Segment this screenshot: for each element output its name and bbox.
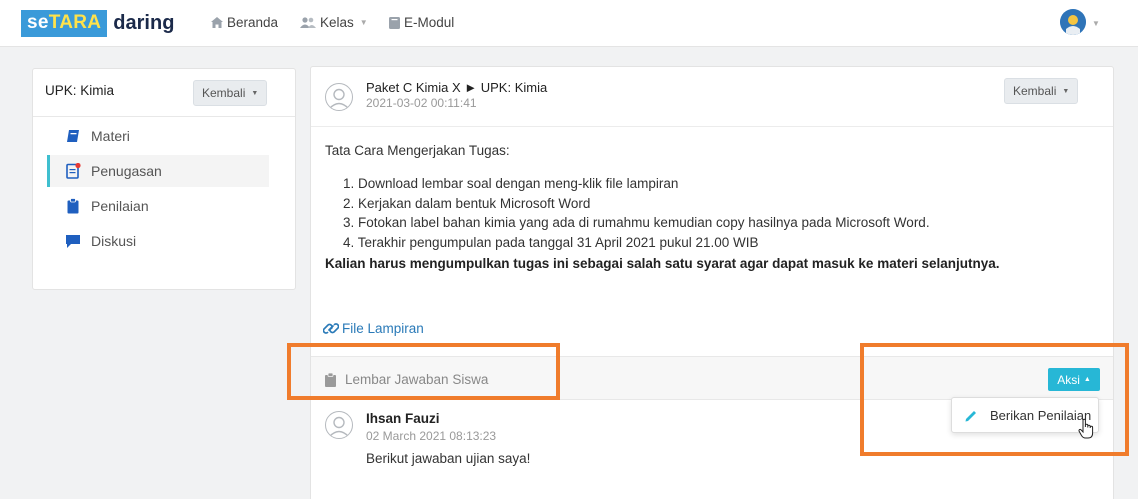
chevron-down-icon: ▼ <box>1062 87 1070 95</box>
sidebar-item-label: Penilaian <box>91 198 149 214</box>
chat-icon <box>65 233 81 249</box>
post-back-button[interactable]: Kembali ▼ <box>1004 78 1079 104</box>
file-attachment-link[interactable]: File Lampiran <box>323 321 424 336</box>
divider <box>33 116 295 117</box>
avatar <box>325 83 353 111</box>
sidebar-card: UPK: Kimia Kembali ▼ Materi Penugasan Pe… <box>32 68 296 290</box>
post-title: Paket C Kimia X ► UPK: Kimia <box>366 80 548 95</box>
list-item: 1. Download lembar soal dengan meng-klik… <box>343 176 679 191</box>
chevron-down-icon[interactable]: ▼ <box>1092 19 1100 28</box>
list-item: 3. Fotokan label bahan kimia yang ada di… <box>343 215 930 230</box>
chevron-down-icon: ▼ <box>359 18 368 27</box>
sidebar-title: UPK: Kimia <box>45 83 115 98</box>
brand-logo-box: seTARA <box>21 10 108 37</box>
nav-kelas-label: Kelas <box>320 15 354 30</box>
post-date: 2021-03-02 00:11:41 <box>366 96 477 110</box>
top-navbar: seTARA daring Beranda Kelas ▼ E-Modul ▼ <box>0 0 1138 47</box>
sidebar-item-diskusi[interactable]: Diskusi <box>47 225 269 257</box>
nav-emodul[interactable]: E-Modul <box>389 15 454 30</box>
post-bold-note: Kalian harus mengumpulkan tugas ini seba… <box>325 256 1000 271</box>
clipboard-icon <box>65 198 81 214</box>
nav-kelas[interactable]: Kelas ▼ <box>300 15 368 30</box>
list-item: 4. Terakhir pengumpulan pada tanggal 31 … <box>343 234 759 250</box>
reply-date: 02 March 2021 08:13:23 <box>366 429 497 443</box>
highlight-box-answers <box>287 343 560 400</box>
post-lead: Tata Cara Mengerjakan Tugas: <box>325 143 510 158</box>
highlight-box-action <box>860 343 1129 456</box>
book-icon <box>65 128 81 144</box>
instruction-list: 1. Download lembar soal dengan meng-klik… <box>343 177 930 255</box>
book-icon <box>389 16 400 29</box>
brand-part-se: se <box>27 12 49 33</box>
post-back-label: Kembali <box>1013 84 1057 98</box>
nav-beranda-label: Beranda <box>227 15 279 30</box>
brand-part-daring: daring <box>113 12 175 34</box>
reply-author: Ihsan Fauzi <box>366 411 440 426</box>
sidebar-item-label: Penugasan <box>91 163 162 179</box>
home-icon <box>211 17 223 28</box>
nav-beranda[interactable]: Beranda <box>211 15 278 30</box>
sidebar-back-label: Kembali <box>202 86 246 100</box>
assignment-icon <box>65 162 81 179</box>
user-avatar-icon[interactable] <box>1060 9 1086 35</box>
sidebar-item-label: Materi <box>91 128 130 144</box>
reply-text: Berikut jawaban ujian saya! <box>366 451 531 466</box>
sidebar-item-label: Diskusi <box>91 233 137 249</box>
sidebar-item-penugasan[interactable]: Penugasan <box>47 155 269 187</box>
file-attachment-label: File Lampiran <box>342 321 424 336</box>
brand-part-tara: TARA <box>48 12 102 33</box>
sidebar-item-materi[interactable]: Materi <box>47 120 269 152</box>
avatar <box>325 411 353 439</box>
list-item: 2. Kerjakan dalam bentuk Microsoft Word <box>343 195 591 211</box>
paperclip-icon <box>323 323 339 334</box>
sidebar-back-button[interactable]: Kembali ▼ <box>193 80 268 106</box>
brand-logo[interactable]: seTARA daring <box>21 10 174 37</box>
nav-emodul-label: E-Modul <box>404 15 455 30</box>
sidebar-item-penilaian[interactable]: Penilaian <box>47 190 269 222</box>
post-header: Paket C Kimia X ► UPK: Kimia 2021-03-02 … <box>311 67 1113 127</box>
users-icon <box>300 17 316 28</box>
chevron-down-icon: ▼ <box>251 89 259 97</box>
